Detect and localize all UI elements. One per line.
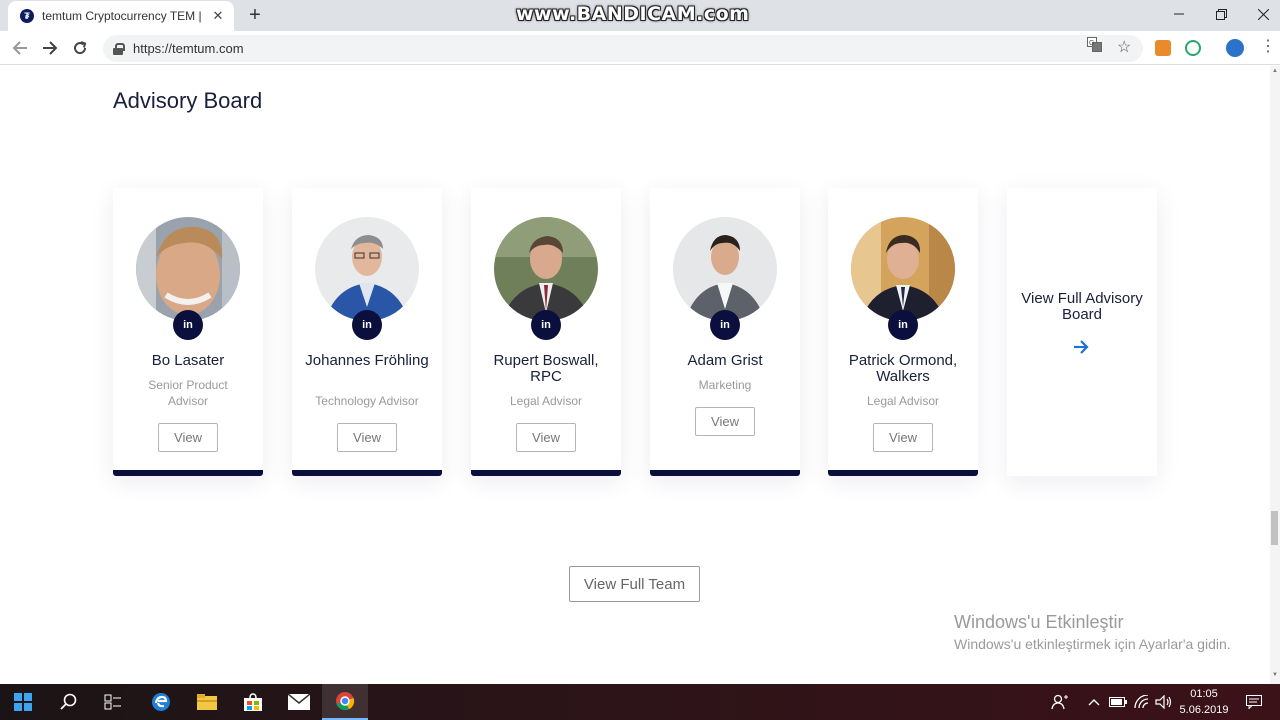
svg-text:G: G [1089, 40, 1094, 47]
temtum-favicon-icon: ₮ [20, 9, 34, 23]
arrow-right-icon[interactable] [1071, 337, 1091, 357]
back-icon[interactable] [8, 36, 32, 60]
mail-icon[interactable] [276, 684, 322, 720]
store-icon[interactable] [230, 684, 276, 720]
scroll-down-icon[interactable]: ▼ [1272, 672, 1278, 678]
wifi-icon[interactable] [1130, 684, 1154, 720]
view-full-advisory-board-label[interactable]: View Full Advisory Board [1017, 291, 1147, 323]
section-title: Advisory Board [113, 88, 263, 113]
restore-icon[interactable] [1198, 0, 1244, 28]
linkedin-icon[interactable]: in [352, 310, 382, 340]
advisor-name: Johannes Fröhling [305, 352, 429, 369]
tab-close-icon[interactable]: ✕ [210, 8, 226, 24]
linkedin-icon[interactable]: in [173, 310, 203, 340]
view-advisor-button[interactable]: View [158, 423, 218, 452]
linkedin-icon[interactable]: in [531, 310, 561, 340]
advisor-role: Technology Advisor [315, 394, 419, 408]
advisor-role: Legal Advisor [866, 394, 940, 408]
advisor-card: in Bo Lasater Senior Product Advisor Vie… [113, 188, 263, 476]
activation-subtitle: Windows'u etkinleştirmek için Ayarlar'a … [954, 636, 1231, 652]
url-text: https://temtum.com [133, 41, 244, 56]
advisor-photo [315, 217, 419, 321]
lock-icon [113, 42, 125, 55]
scroll-up-icon[interactable]: ▲ [1272, 68, 1278, 74]
battery-icon[interactable] [1106, 684, 1130, 720]
tab-title: temtum Cryptocurrency TEM | Qu [42, 9, 204, 23]
view-advisor-button[interactable]: View [516, 423, 576, 452]
windows-start-icon[interactable] [0, 684, 46, 720]
page-content: Advisory Board in Bo Lasater Senior Prod… [0, 66, 1270, 684]
advisor-card: in Johannes Fröhling Technology Advisor … [292, 188, 442, 476]
bookmark-star-icon[interactable]: ☆ [1117, 37, 1131, 57]
metamask-extension-icon[interactable] [1155, 40, 1171, 56]
advisor-card: in Adam Grist Marketing View [650, 188, 800, 476]
new-tab-button[interactable]: + [244, 4, 266, 26]
extension-s-icon[interactable] [1185, 40, 1201, 56]
advisor-role: Marketing [698, 378, 752, 392]
advisor-card: in Rupert Boswall, RPC Legal Advisor Vie… [471, 188, 621, 476]
browser-tab[interactable]: ₮ temtum Cryptocurrency TEM | Qu ✕ [8, 1, 234, 31]
people-icon[interactable] [1040, 684, 1080, 720]
clock-time[interactable]: 01:05 [1178, 688, 1230, 700]
linkedin-icon[interactable]: in [710, 310, 740, 340]
task-view-icon[interactable] [90, 684, 136, 720]
view-advisor-button[interactable]: View [695, 407, 755, 436]
advisor-name: Adam Grist [687, 352, 763, 369]
advisor-photo [851, 217, 955, 321]
advisor-role: Legal Advisor [509, 394, 583, 408]
browser-toolbar: https://temtum.com G ☆ ⋮ [0, 31, 1280, 65]
reload-icon[interactable] [68, 36, 92, 60]
activation-title: Windows'u Etkinleştir [954, 612, 1124, 632]
profile-avatar-icon[interactable] [1226, 39, 1244, 57]
advisor-name: Rupert Boswall, RPC [493, 352, 599, 385]
advisor-name: Bo Lasater [151, 352, 225, 369]
advisor-photo [494, 217, 598, 321]
action-center-icon[interactable] [1234, 684, 1274, 720]
search-icon[interactable] [46, 684, 92, 720]
file-explorer-icon[interactable] [184, 684, 230, 720]
advisor-photo [136, 217, 240, 321]
advisor-card: in Patrick Ormond, Walkers Legal Advisor… [828, 188, 978, 476]
view-advisor-button[interactable]: View [337, 423, 397, 452]
windows-activation-notice: Windows'u Etkinleştir Windows'u etkinleş… [954, 612, 1231, 652]
chrome-taskbar-icon[interactable] [322, 684, 368, 720]
page-scrollbar[interactable] [1270, 66, 1280, 684]
address-bar[interactable]: https://temtum.com [103, 35, 1143, 62]
view-advisor-button[interactable]: View [873, 423, 933, 452]
advisor-role: Senior Product Advisor [148, 378, 228, 408]
linkedin-icon[interactable]: in [888, 310, 918, 340]
view-full-team-button[interactable]: View Full Team [569, 566, 700, 602]
advisor-name: Patrick Ormond, Walkers [848, 352, 958, 385]
bandicam-watermark: www.BANDICAM.com [516, 3, 750, 25]
edge-browser-icon[interactable] [138, 684, 184, 720]
windows-taskbar: 01:05 5.06.2019 [0, 684, 1280, 720]
view-full-advisory-board-card[interactable]: View Full Advisory Board [1007, 188, 1157, 476]
scrollbar-thumb[interactable] [1271, 511, 1278, 545]
chrome-menu-icon[interactable]: ⋮ [1260, 36, 1276, 56]
clock-date[interactable]: 5.06.2019 [1178, 704, 1230, 716]
advisor-photo [673, 217, 777, 321]
volume-icon[interactable] [1152, 684, 1176, 720]
window-close-icon[interactable] [1240, 0, 1280, 28]
minimize-icon[interactable] [1156, 0, 1202, 28]
forward-icon[interactable] [38, 36, 62, 60]
translate-icon[interactable]: G [1087, 37, 1102, 55]
show-hidden-icons-icon[interactable] [1082, 684, 1106, 720]
tab-strip: ₮ temtum Cryptocurrency TEM | Qu ✕ + www… [0, 0, 1280, 31]
